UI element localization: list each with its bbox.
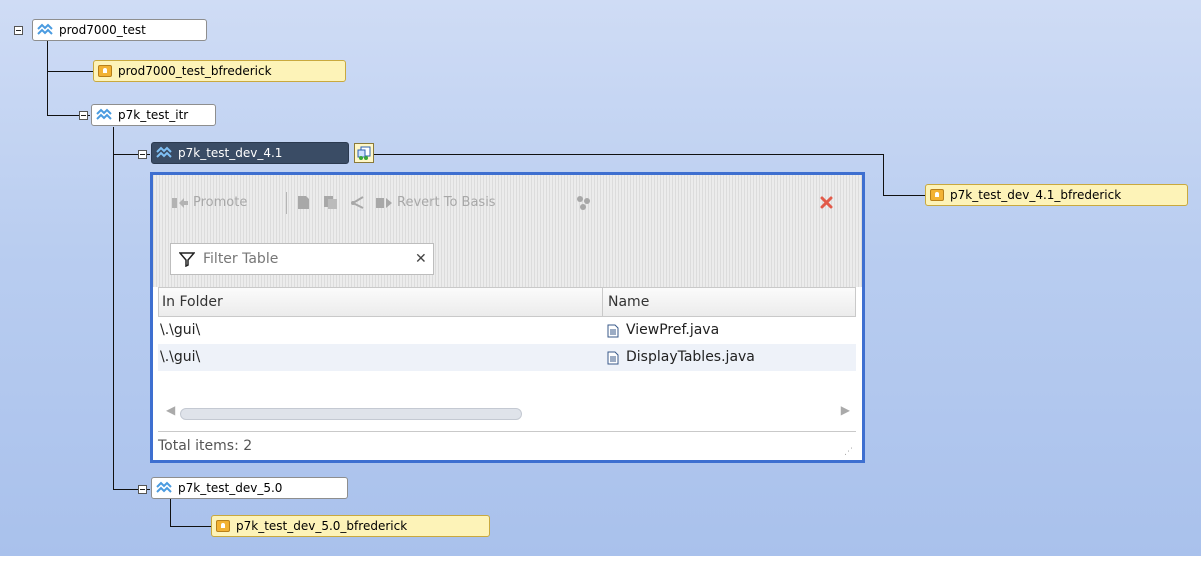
workspace-icon: [98, 65, 112, 77]
status-bar: Total items: 2 ⋰: [158, 431, 856, 459]
revert-to-basis-button[interactable]: Revert To Basis: [376, 195, 496, 210]
version-browser-button[interactable]: [350, 195, 365, 210]
total-items-label: Total items: 2: [158, 438, 253, 454]
toolbar-separator: [286, 192, 287, 214]
file-name: ViewPref.java: [626, 322, 720, 338]
stream-label: p7k_test_dev_5.0: [178, 481, 283, 495]
promote-label: Promote: [193, 195, 248, 210]
branch-icon: [351, 196, 364, 209]
java-file-icon: [607, 351, 619, 364]
collapse-toggle-dev41[interactable]: [138, 150, 147, 159]
horizontal-scrollbar[interactable]: ◀ ▶: [158, 402, 856, 422]
stream-label: p7k_test_itr: [118, 108, 189, 122]
workspace-node-dev50[interactable]: p7k_test_dev_5.0_bfrederick: [211, 515, 490, 537]
cell-name: ViewPref.java: [607, 317, 719, 344]
stream-node-dev41[interactable]: p7k_test_dev_4.1: [151, 142, 349, 164]
workspace-node-dev41[interactable]: p7k_test_dev_4.1_bfrederick: [925, 184, 1188, 206]
stream-node-root[interactable]: prod7000_test: [32, 19, 207, 41]
cell-name: DisplayTables.java: [607, 344, 755, 371]
workspace-icon: [930, 189, 944, 201]
revert-icon: [376, 197, 392, 208]
close-icon: [820, 196, 833, 209]
copy-icon: [324, 196, 337, 209]
default-group-icon[interactable]: [354, 143, 374, 163]
panel-toolbar: Promote Revert To Basis: [153, 175, 862, 233]
workspace-icon: [216, 520, 230, 532]
column-header-name[interactable]: Name: [605, 288, 649, 316]
table-header: In Folder Name: [158, 287, 856, 317]
workspace-label: prod7000_test_bfrederick: [118, 64, 272, 78]
filter-input[interactable]: [201, 250, 395, 268]
promote-button[interactable]: Promote: [172, 195, 247, 210]
close-panel-button[interactable]: [820, 196, 833, 209]
cell-in-folder: \.\gui\: [160, 349, 201, 365]
document-icon: [298, 196, 309, 209]
filter-table-field[interactable]: ✕: [170, 243, 434, 275]
file-name: DisplayTables.java: [626, 349, 755, 365]
column-header-in-folder[interactable]: In Folder: [159, 288, 602, 316]
collapse-toggle-itr[interactable]: [79, 111, 88, 120]
filter-row: ✕: [153, 233, 862, 287]
table-row[interactable]: \.\gui\ DisplayTables.java: [158, 344, 856, 371]
column-divider[interactable]: [602, 288, 603, 316]
stream-label: p7k_test_dev_4.1: [178, 146, 283, 160]
cell-in-folder: \.\gui\: [160, 322, 201, 338]
more-actions-button[interactable]: [575, 195, 593, 211]
java-file-icon: [607, 324, 619, 337]
filter-icon: [179, 252, 195, 267]
resize-grip-icon[interactable]: ⋰: [844, 448, 853, 457]
stream-label: prod7000_test: [59, 23, 146, 37]
files-icon: [357, 146, 371, 160]
clear-filter-icon[interactable]: ✕: [415, 251, 427, 267]
workspace-label: p7k_test_dev_4.1_bfrederick: [950, 188, 1122, 202]
diff-button[interactable]: [297, 195, 310, 210]
scroll-right-arrow[interactable]: ▶: [841, 403, 850, 417]
stream-icon: [156, 146, 172, 158]
promote-icon: [172, 197, 188, 208]
workspace-label: p7k_test_dev_5.0_bfrederick: [236, 519, 408, 533]
collapse-toggle-root[interactable]: [14, 26, 23, 35]
stream-icon: [156, 481, 172, 493]
workspace-node-root[interactable]: prod7000_test_bfrederick: [93, 60, 346, 82]
stream-icon: [96, 108, 112, 120]
stream-node-itr[interactable]: p7k_test_itr: [91, 104, 216, 126]
table-row[interactable]: \.\gui\ ViewPref.java: [158, 317, 856, 344]
history-button[interactable]: [323, 195, 338, 210]
collapse-toggle-dev50[interactable]: [138, 485, 147, 494]
scrollbar-thumb[interactable]: [180, 408, 522, 420]
stream-node-dev50[interactable]: p7k_test_dev_5.0: [151, 477, 348, 499]
default-group-panel: Promote Revert To Basis Filter Table ✕ I…: [150, 172, 865, 463]
stream-icon: [37, 23, 53, 35]
group-icon: [577, 196, 590, 210]
scroll-left-arrow[interactable]: ◀: [166, 403, 175, 417]
stream-tree-canvas: prod7000_test prod7000_test_bfrederick p…: [0, 0, 1201, 556]
revert-label: Revert To Basis: [397, 195, 496, 210]
